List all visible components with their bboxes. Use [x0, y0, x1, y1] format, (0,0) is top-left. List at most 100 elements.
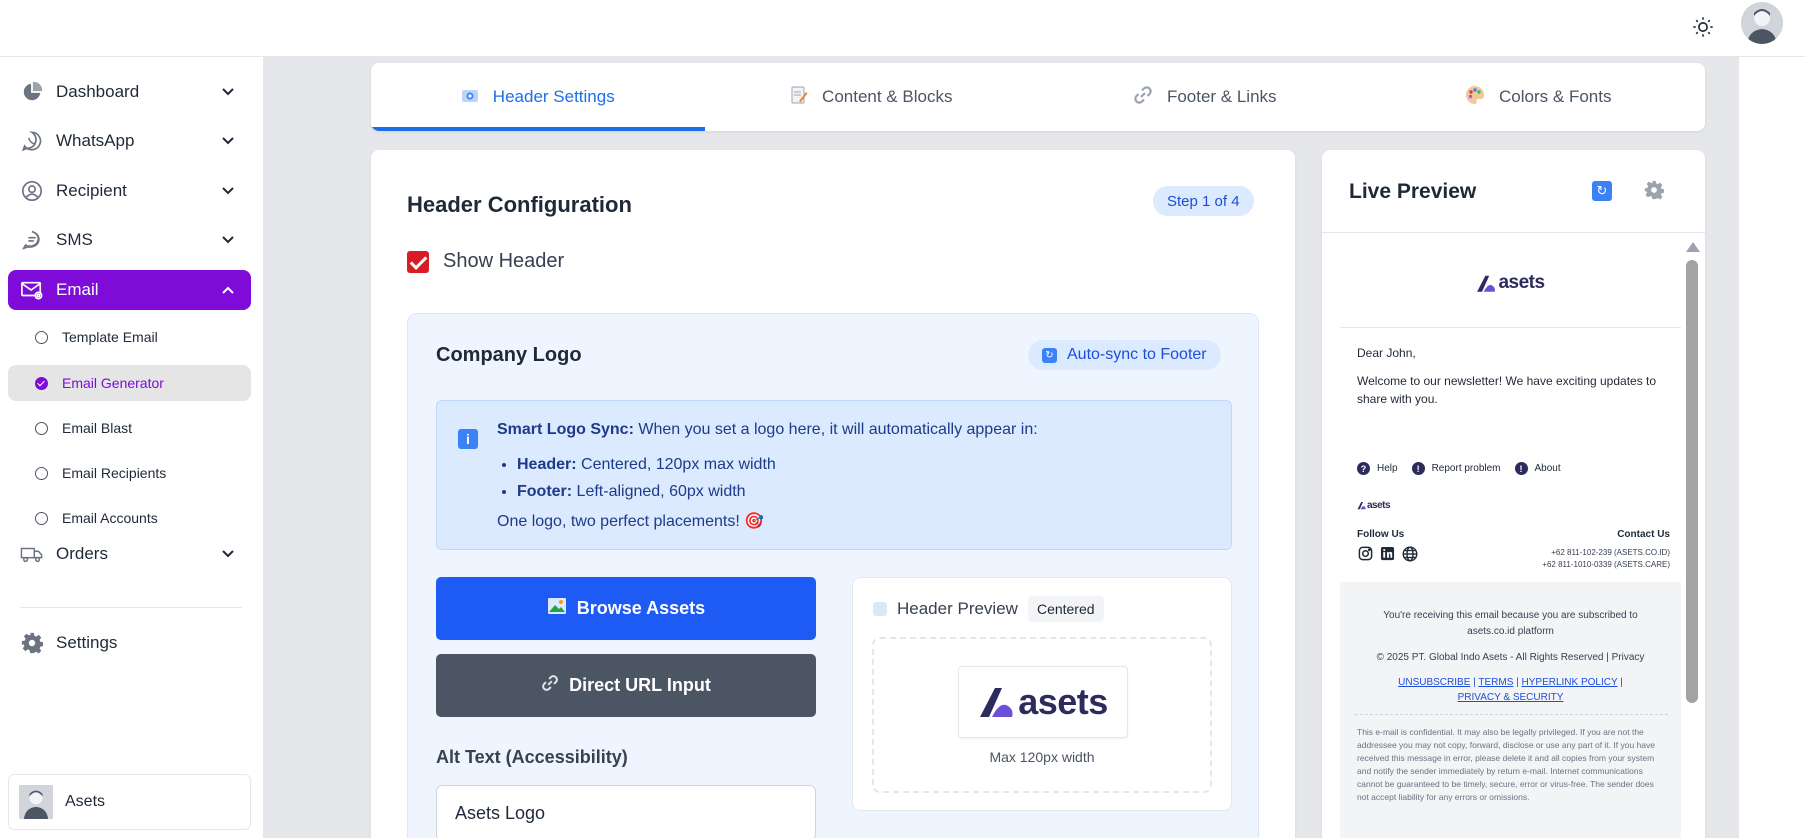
memo-icon [790, 86, 808, 109]
info-icon: i [458, 429, 478, 449]
user-avatar[interactable] [1741, 2, 1783, 44]
terms-link[interactable]: TERMS [1478, 677, 1513, 688]
sidebar-item-orders[interactable]: Orders [8, 534, 251, 574]
linkedin-icon[interactable] [1379, 545, 1396, 562]
email-preview: asets Dear John, Welcome to our newslett… [1340, 242, 1681, 838]
sidebar-item-email[interactable]: Email [8, 270, 251, 310]
logo-drop-zone[interactable]: asets Max 120px width [872, 637, 1212, 793]
header-config-card: Header Configuration Step 1 of 4 Show He… [371, 150, 1295, 838]
refresh-preview-button[interactable]: ↻ [1592, 181, 1612, 201]
show-header-label: Show Header [443, 250, 565, 272]
copyright-text: © 2025 PT. Global Indo Asets - All Right… [1376, 652, 1645, 663]
auto-sync-badge[interactable]: ↻ Auto-sync to Footer [1028, 340, 1221, 370]
smart-logo-sync-info: i Smart Logo Sync: When you set a logo h… [436, 400, 1232, 550]
radio-icon [35, 421, 48, 435]
email-greeting: Dear John, [1357, 346, 1416, 360]
preview-settings-button[interactable] [1644, 180, 1665, 206]
report-problem-link[interactable]: ! Report problem [1411, 462, 1501, 475]
help-link[interactable]: ? Help [1357, 462, 1398, 475]
tab-label: Header Settings [492, 87, 615, 106]
phone-number: +62 811-102-239 (ASETS.CO.ID) [1551, 548, 1670, 557]
preview-scrollbar[interactable] [1684, 242, 1700, 838]
sidebar-subitem-template-email[interactable]: Template Email [8, 319, 251, 355]
sidebar-item-label: Email [56, 280, 99, 299]
logo-text: asets [1498, 272, 1545, 293]
chat-icon [20, 228, 44, 252]
brand-logo: asets [1357, 500, 1391, 511]
auto-sync-label: Auto-sync to Footer [1067, 346, 1207, 363]
hyperlink-policy-link[interactable]: HYPERLINK POLICY [1522, 677, 1618, 688]
email-footer-links: ? Help ! Report problem ! About [1357, 462, 1575, 475]
sidebar-item-label: Dashboard [56, 82, 140, 101]
sidebar-subitem-email-accounts[interactable]: Email Accounts [8, 500, 251, 536]
person-icon [19, 785, 53, 819]
direct-url-input-button[interactable]: Direct URL Input [436, 654, 816, 717]
show-header-toggle[interactable]: Show Header [407, 250, 564, 273]
tab-header-settings[interactable]: Header Settings [371, 63, 705, 131]
about-link[interactable]: ! About [1514, 462, 1561, 475]
sidebar-subitem-label: Email Recipients [62, 465, 167, 481]
sidebar-user-card[interactable]: Asets [8, 774, 251, 830]
pie-chart-icon [20, 80, 44, 104]
tab-colors-fonts[interactable]: Colors & Fonts [1372, 63, 1706, 131]
page-title: Header Configuration [407, 192, 632, 217]
header-preview-card: Header Preview Centered asets Max 120px … [852, 577, 1232, 811]
settings-tabs: Header Settings Content & Blocks Footer … [371, 63, 1705, 131]
refresh-icon: ↻ [1596, 183, 1608, 198]
sidebar-item-sms[interactable]: SMS [8, 220, 251, 260]
privacy-security-link[interactable]: PRIVACY & SECURITY [1458, 692, 1564, 703]
live-preview-title: Live Preview [1349, 180, 1477, 203]
alignment-badge: Centered [1027, 596, 1104, 622]
palette-icon [1465, 85, 1485, 110]
radio-icon [35, 330, 48, 344]
sidebar-subitem-email-recipients[interactable]: Email Recipients [8, 455, 251, 491]
chevron-up-icon [222, 286, 234, 294]
instagram-icon[interactable] [1357, 545, 1374, 562]
theme-toggle-button[interactable] [1688, 12, 1718, 42]
person-icon [1741, 2, 1783, 44]
email-header-logo: asets [1340, 272, 1681, 294]
scroll-up-arrow-icon[interactable] [1686, 242, 1700, 252]
unsubscribe-link[interactable]: UNSUBSCRIBE [1398, 677, 1470, 688]
alt-text-input[interactable] [436, 785, 816, 838]
sidebar-item-recipient[interactable]: Recipient [8, 171, 251, 211]
browse-assets-button[interactable]: Browse Assets [436, 577, 816, 640]
sidebar-subitem-label: Email Blast [62, 420, 133, 436]
camera-icon [461, 87, 479, 108]
tab-content-blocks[interactable]: Content & Blocks [705, 63, 1039, 131]
info-icon: ! [1514, 462, 1528, 475]
tab-label: Colors & Fonts [1499, 87, 1612, 106]
sidebar-item-dashboard[interactable]: Dashboard [8, 72, 251, 112]
sidebar-item-settings[interactable]: Settings [8, 623, 251, 663]
info-lead: Smart Logo Sync: When you set a logo her… [497, 421, 1038, 438]
link-icon [541, 674, 559, 697]
logo-mark-icon [1477, 275, 1496, 292]
main-content: Header Settings Content & Blocks Footer … [265, 57, 1739, 838]
chevron-down-icon [222, 88, 234, 96]
brand-logo: asets [978, 681, 1108, 723]
company-logo-panel: Company Logo ↻ Auto-sync to Footer i Sma… [407, 313, 1259, 838]
sidebar-subitem-email-generator[interactable]: Email Generator [8, 365, 251, 401]
sidebar-subitem-label: Email Accounts [62, 510, 158, 526]
max-width-hint: Max 120px width [989, 749, 1095, 765]
follow-us-label: Follow Us [1357, 529, 1405, 540]
whatsapp-icon [20, 129, 44, 153]
logo-mark-icon [980, 688, 1013, 717]
show-header-checkbox[interactable] [407, 250, 429, 273]
tab-label: Footer & Links [1166, 87, 1277, 106]
tab-footer-links[interactable]: Footer & Links [1038, 63, 1372, 131]
footer-divider [1355, 714, 1668, 715]
sidebar-item-whatsapp[interactable]: WhatsApp [8, 121, 251, 161]
truck-icon [20, 542, 44, 566]
header-preview-title: Header Preview Centered [873, 596, 1104, 622]
top-bar [0, 0, 1805, 57]
sidebar-subitem-email-blast[interactable]: Email Blast [8, 410, 251, 446]
email-footer-logo: asets [1357, 500, 1391, 511]
sidebar-item-label: WhatsApp [56, 131, 135, 150]
scrollbar-thumb[interactable] [1686, 260, 1698, 703]
email-icon [20, 278, 44, 302]
tab-label: Content & Blocks [822, 87, 953, 106]
social-icons [1357, 545, 1423, 562]
globe-icon[interactable] [1401, 545, 1418, 562]
sidebar-item-label: Recipient [56, 181, 127, 200]
